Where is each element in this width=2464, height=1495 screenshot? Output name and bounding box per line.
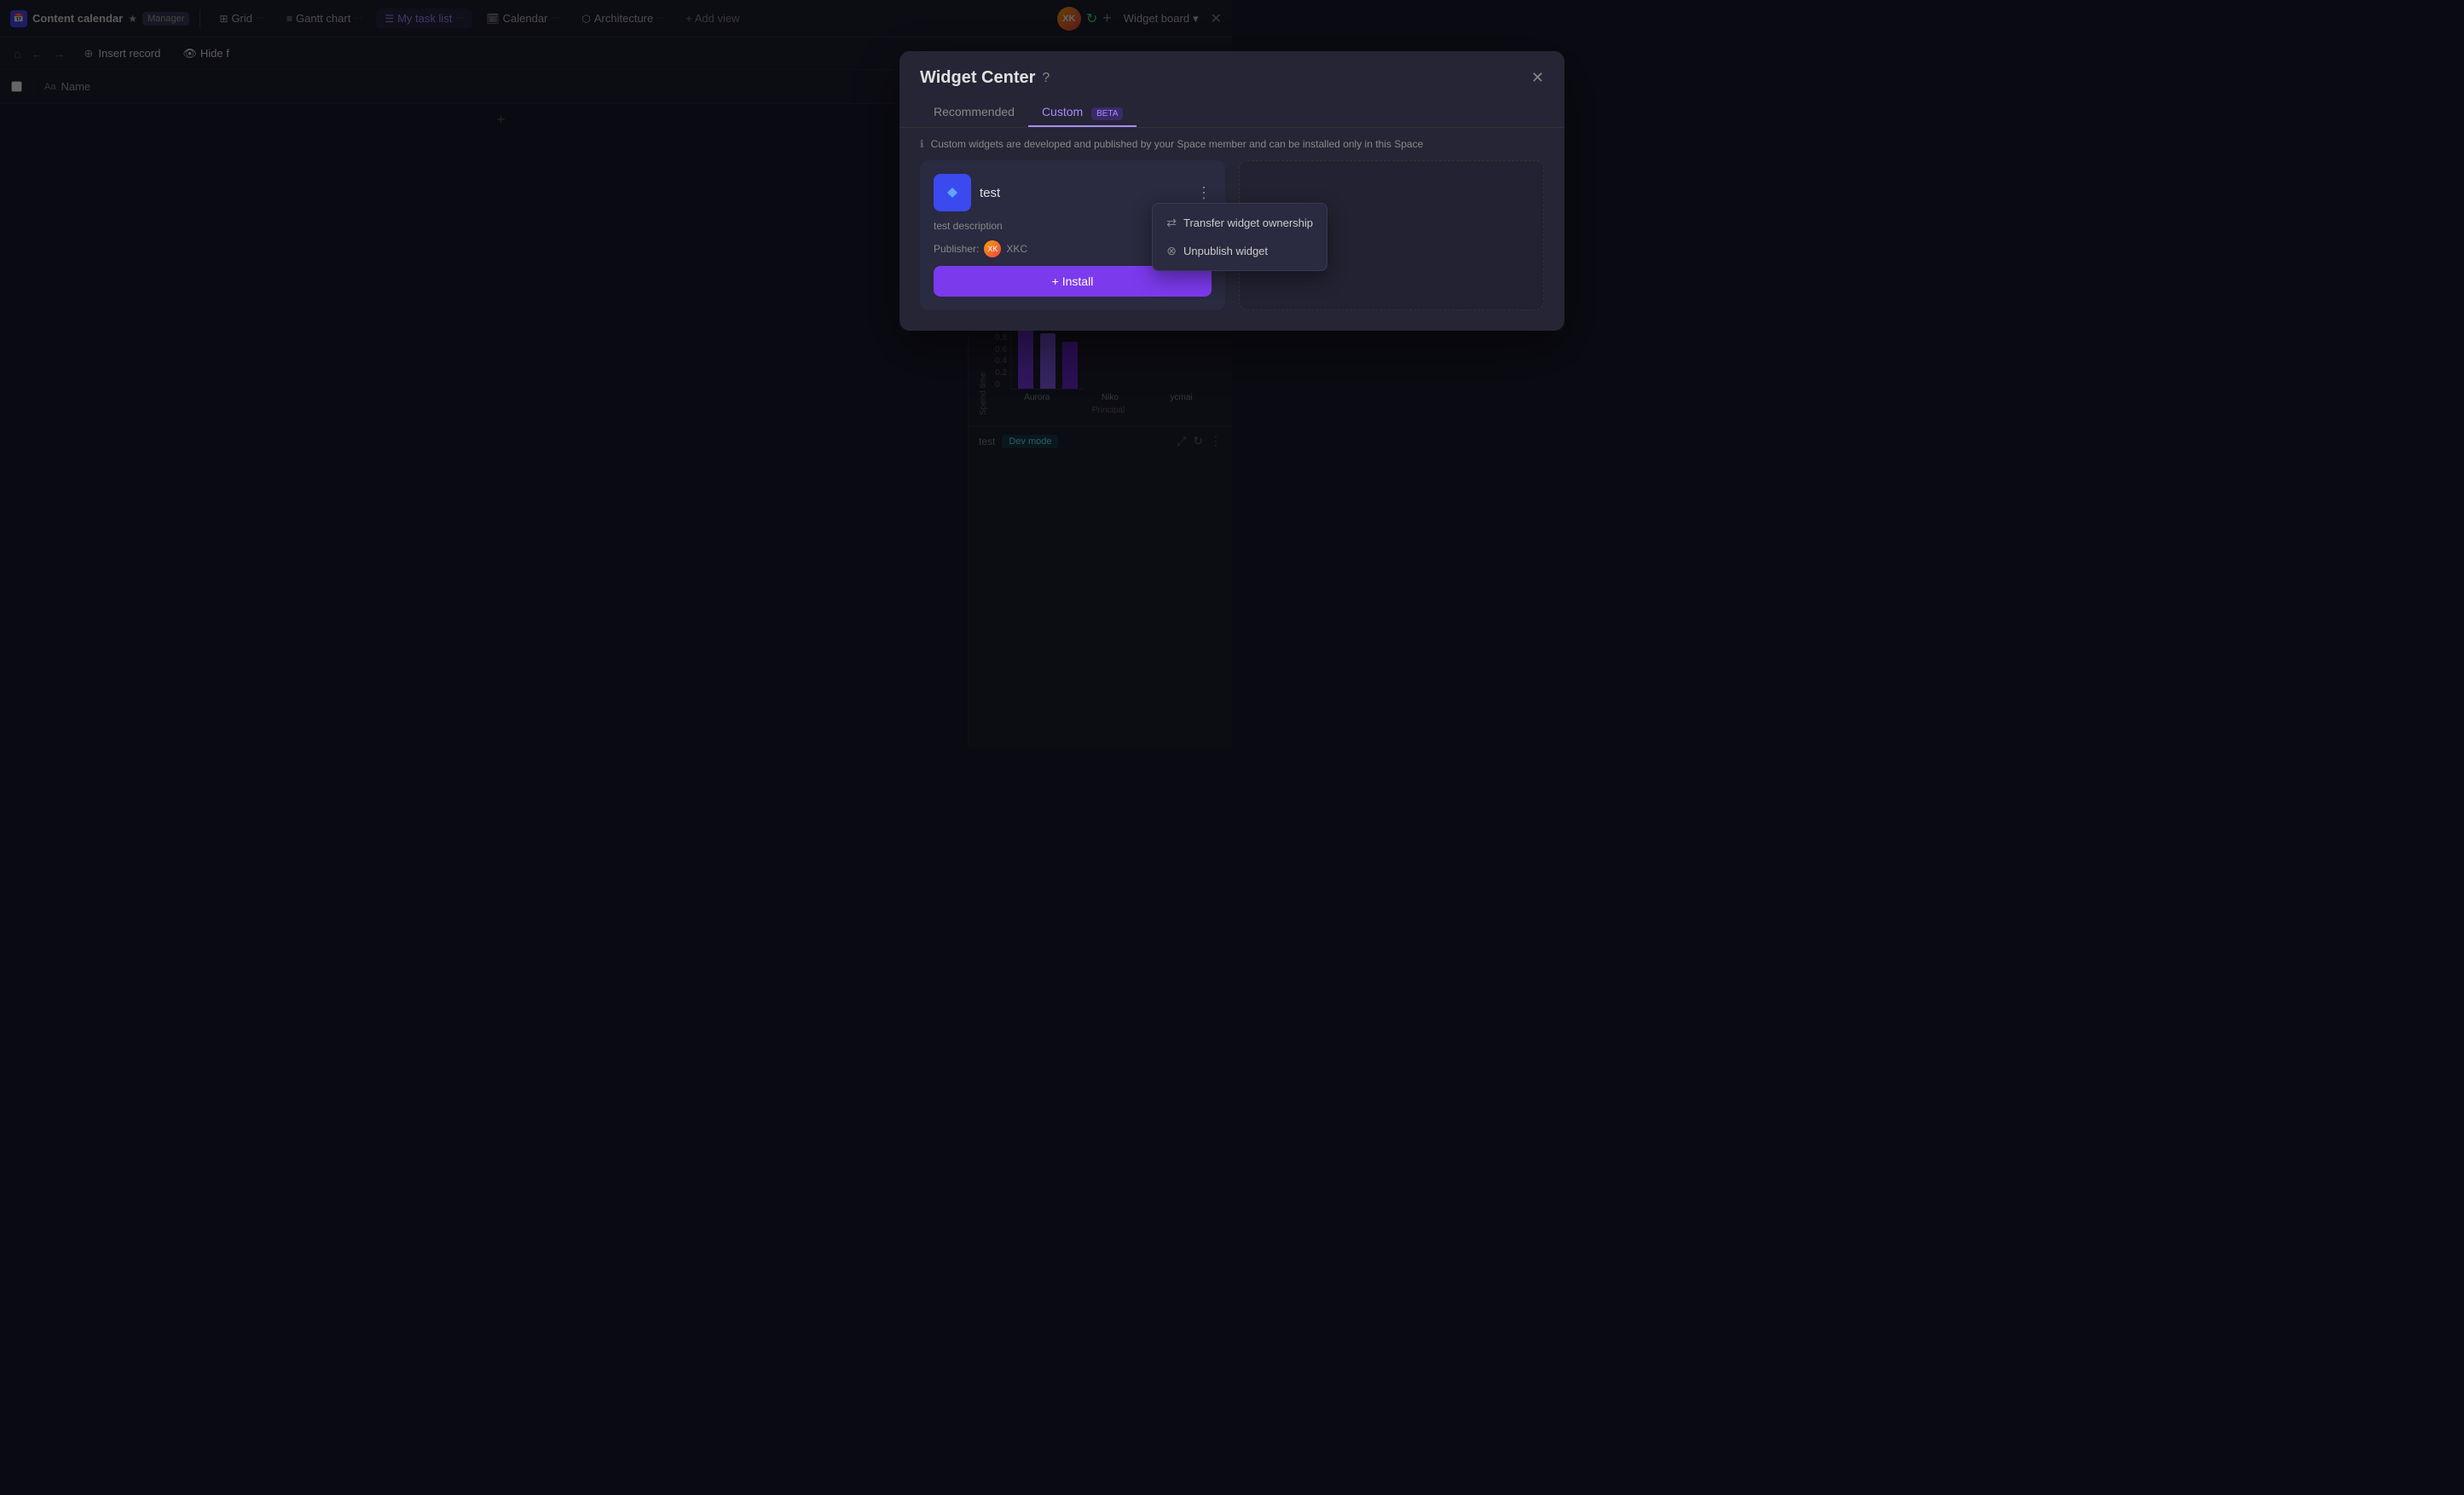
modal-tabs: Recommended Custom BETA	[899, 88, 1565, 128]
tab-custom[interactable]: Custom BETA	[1028, 98, 1137, 127]
modal-title: Widget Center	[920, 68, 1035, 88]
widget-logo-svg	[942, 182, 963, 203]
info-text: Custom widgets are developed and publish…	[931, 138, 1424, 150]
modal-close-button[interactable]: ✕	[1531, 69, 1544, 87]
context-menu: ⇄ Transfer widget ownership ⊗ Unpublish …	[1152, 203, 1327, 271]
publisher-avatar: XK	[984, 240, 1001, 257]
help-icon[interactable]: ?	[1042, 71, 1050, 86]
widget-name: test	[980, 186, 1000, 200]
beta-badge: BETA	[1091, 107, 1123, 120]
tab-recommended[interactable]: Recommended	[920, 98, 1028, 127]
transfer-ownership-item[interactable]: ⇄ Transfer widget ownership	[1153, 209, 1327, 237]
modal-header: Widget Center ? ✕	[899, 51, 1565, 88]
unpublish-item[interactable]: ⊗ Unpublish widget	[1153, 237, 1327, 265]
widget-center-modal: Widget Center ? ✕ Recommended Custom BET…	[899, 51, 1565, 331]
info-icon: ℹ	[920, 138, 924, 150]
modal-info: ℹ Custom widgets are developed and publi…	[899, 128, 1565, 160]
widget-grid: test ⋮ test description Publisher: XK XK…	[899, 160, 1565, 331]
widget-icon	[934, 174, 971, 211]
widget-card-test: test ⋮ test description Publisher: XK XK…	[920, 160, 1225, 310]
transfer-icon: ⇄	[1166, 216, 1177, 230]
modal-overlay: Widget Center ? ✕ Recommended Custom BET…	[0, 0, 2464, 1495]
widget-menu-button[interactable]: ⋮	[1196, 184, 1212, 202]
unpublish-icon: ⊗	[1166, 244, 1177, 258]
